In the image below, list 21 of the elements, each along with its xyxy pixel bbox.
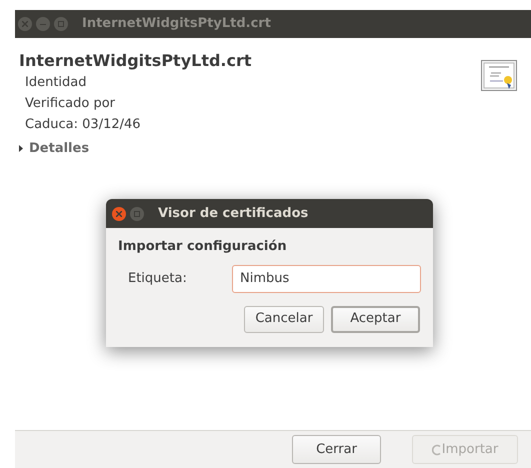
details-expander[interactable]: Detalles (19, 139, 90, 158)
dialog-button[interactable]: Aceptar (331, 306, 420, 332)
dialog-heading: Importar configuración (118, 238, 288, 256)
maximize-icon[interactable] (130, 206, 144, 220)
close-icon[interactable] (18, 17, 32, 31)
certificate-name: InternetWidgitsPtyLtd.crt (19, 50, 253, 72)
maximize-icon[interactable] (54, 17, 68, 31)
certificate-info-text: Caduca: 03/12/46 (25, 116, 141, 134)
certificate-icon (481, 60, 517, 92)
close-icon[interactable] (112, 206, 126, 220)
certificate-info-text: Identidad (25, 74, 87, 92)
certificate-info-text: Verificado por (25, 95, 116, 113)
dialog-button[interactable]: Cancelar (244, 306, 324, 332)
minimize-icon[interactable] (36, 17, 50, 31)
label-input-field[interactable]: Nimbus (232, 264, 421, 292)
spinner-icon (432, 444, 442, 456)
footer-button[interactable]: Cerrar (292, 435, 381, 464)
window-title: InternetWidgitsPtyLtd.crt (82, 15, 271, 34)
expander-arrow-icon (19, 145, 23, 152)
dialog-title: Visor de certificados (158, 204, 308, 223)
field-label: Etiqueta: (127, 270, 188, 288)
